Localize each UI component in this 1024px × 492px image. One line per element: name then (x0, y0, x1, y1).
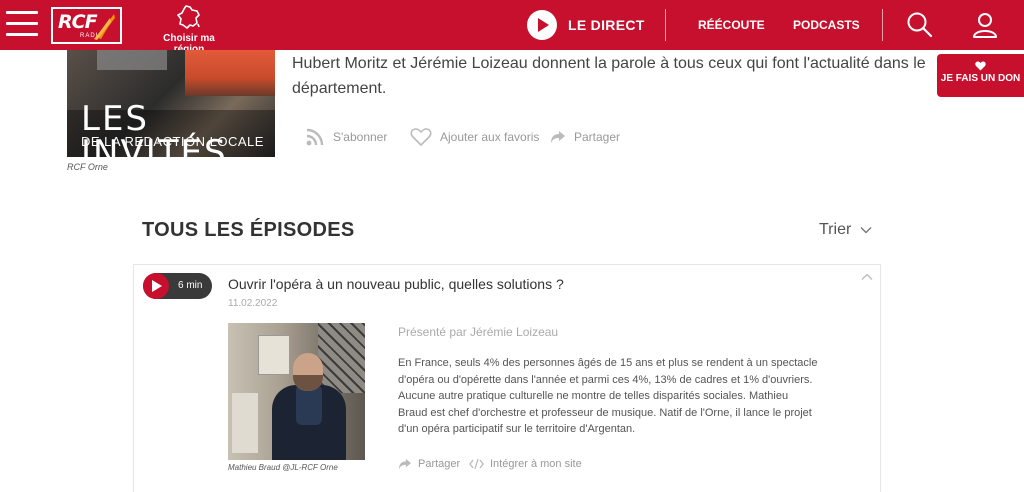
logo-swoosh-icon (94, 14, 115, 40)
search-icon[interactable] (906, 11, 934, 39)
episode-date: 11.02.2022 (228, 298, 278, 309)
favorite-button[interactable]: Ajouter aux favoris (410, 127, 539, 147)
share-label: Partager (574, 130, 621, 144)
episodes-heading: TOUS LES ÉPISODES (142, 219, 355, 241)
france-map-icon (177, 5, 200, 29)
nav-replay[interactable]: RÉÉCOUTE (698, 18, 765, 32)
heart-icon (410, 128, 432, 146)
embed-label: Intégrer à mon site (490, 458, 582, 470)
subscribe-label: S'abonner (333, 130, 388, 144)
sort-label: Trier (819, 221, 852, 238)
donate-button[interactable]: JE FAIS UN DON (937, 54, 1024, 97)
cover-subtitle: DE LA REDACTION LOCALE (81, 134, 264, 149)
logo-text: RCF (58, 11, 98, 33)
photo-caption: Mathieu Braud @JL-RCF Orne (228, 463, 338, 472)
menu-icon[interactable] (6, 11, 38, 39)
episode-title[interactable]: Ouvrir l'opéra à un nouveau public, quel… (228, 276, 564, 292)
region-selector[interactable]: Choisir ma région (148, 4, 230, 55)
divider (882, 9, 883, 41)
show-cover-image: LES INVITÉS DE LA REDACTION LOCALE (67, 50, 275, 157)
share-icon (551, 131, 565, 143)
live-button[interactable]: LE DIRECT (527, 9, 645, 41)
episode-duration: 6 min (178, 280, 203, 291)
episode-summary: En France, seuls 4% des personnes âgés d… (398, 357, 818, 436)
donate-label: JE FAIS UN DON (940, 73, 1021, 84)
episode-share-button[interactable]: Partager (398, 456, 460, 472)
sort-dropdown[interactable]: Trier (819, 221, 872, 239)
code-icon (469, 458, 484, 470)
live-label: LE DIRECT (568, 17, 645, 33)
cover-caption: RCF Orne (67, 162, 108, 172)
show-description: Hubert Moritz et Jérémie Loizeau donnent… (292, 55, 926, 97)
embed-button[interactable]: Intégrer à mon site (469, 456, 582, 472)
episode-play-button[interactable]: 6 min (143, 273, 212, 299)
header-bar: RCF RADIO Choisir ma région LE DIRECT RÉ… (0, 0, 1024, 55)
episode-presenter: Présenté par Jérémie Loizeau (398, 325, 559, 339)
subscribe-button[interactable]: S'abonner (305, 127, 387, 147)
favorite-label: Ajouter aux favoris (440, 130, 540, 144)
chevron-down-icon (860, 227, 872, 234)
play-icon (143, 273, 169, 299)
user-icon[interactable] (971, 11, 999, 39)
episode-photo (228, 323, 365, 460)
rcf-logo[interactable]: RCF RADIO (51, 7, 122, 44)
divider (665, 9, 666, 41)
rss-icon (306, 128, 324, 146)
share-button[interactable]: Partager (550, 127, 620, 147)
play-icon (527, 10, 557, 40)
episode-share-label: Partager (418, 458, 461, 470)
share-icon (399, 458, 411, 470)
nav-podcasts[interactable]: PODCASTS (793, 18, 860, 32)
heart-icon (975, 61, 986, 71)
chevron-up-icon[interactable] (861, 273, 873, 281)
